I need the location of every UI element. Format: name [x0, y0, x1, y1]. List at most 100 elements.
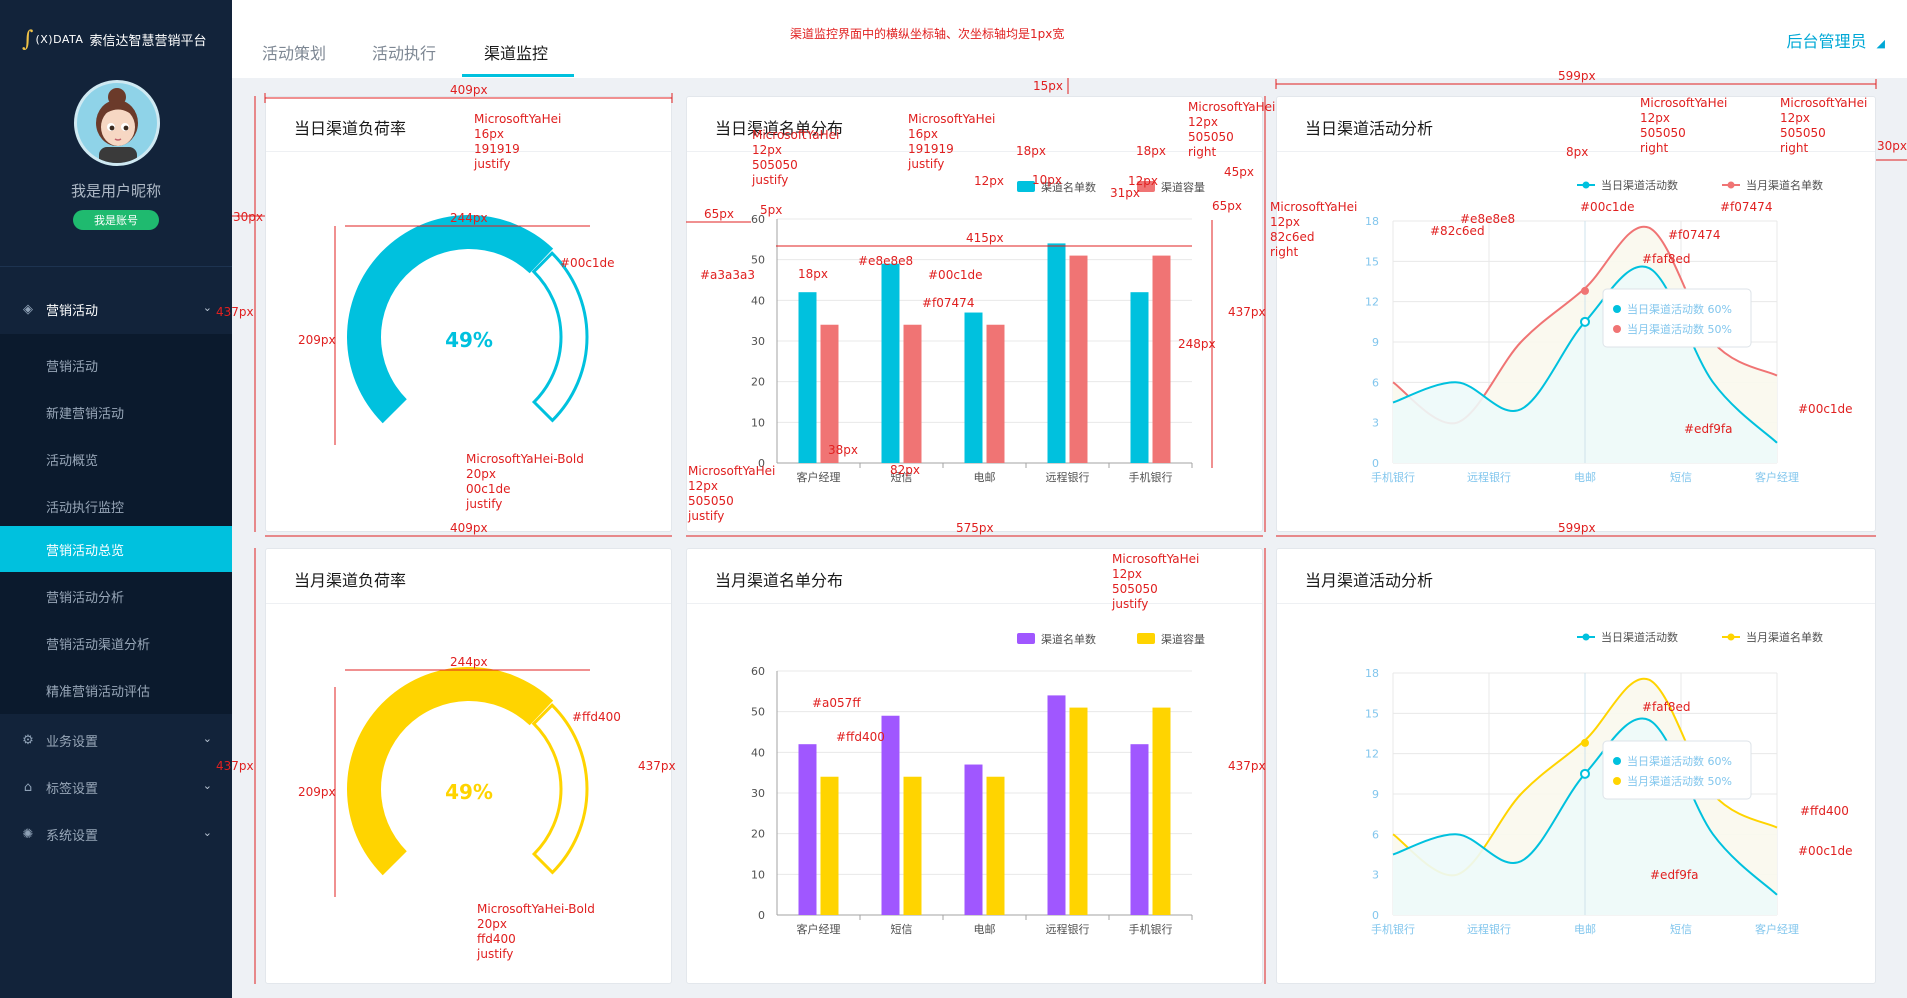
y-tick-label: 0 — [1372, 909, 1379, 922]
gauge-fill-arc — [347, 215, 554, 424]
caret-down-icon: ◢ — [1876, 37, 1885, 50]
annotation-font-spec: MicrosoftYaHei-Bold 20px 00c1de justify — [466, 452, 584, 511]
y-tick-label: 6 — [1372, 828, 1379, 841]
annotation-font-spec: MicrosoftYaHei 12px 82c6ed right — [1270, 200, 1358, 259]
sub-item-precision-evaluation[interactable]: 精准营销活动评估 — [0, 667, 232, 713]
annotation-font-spec: MicrosoftYaHei 12px 505050 right — [1780, 96, 1868, 155]
legend-label: 当月渠道名单数 — [1746, 630, 1823, 644]
hover-point — [1581, 286, 1589, 295]
x-tick-label: 手机银行 — [1129, 470, 1173, 484]
sub-item-activity-analysis[interactable]: 营销活动分析 — [0, 573, 232, 619]
y-tick-label: 60 — [751, 665, 765, 678]
annotation-color: #00c1de — [1798, 844, 1853, 858]
bar-capacity — [1069, 255, 1088, 463]
y-tick-label: 60 — [751, 213, 765, 226]
bar-list-count — [881, 715, 900, 915]
hover-point — [1581, 738, 1589, 747]
logo-platform-name: 索信达智慧营销平台 — [89, 33, 207, 49]
topbar: 活动策划 活动执行 渠道监控 后台管理员 ◢ — [232, 0, 1907, 78]
x-tick-label: 远程银行 — [1467, 922, 1511, 936]
bar-list-count — [964, 312, 983, 463]
sub-item-channel-analysis[interactable]: 营销活动渠道分析 — [0, 620, 232, 666]
bar-capacity — [820, 776, 839, 915]
legend-label: 当日渠道活动数 — [1601, 178, 1678, 192]
tooltip-dot — [1613, 305, 1621, 313]
menu-group-system-settings[interactable]: ✺ 系统设置 ⌄ — [0, 811, 232, 857]
bar-capacity — [820, 324, 839, 463]
annotation-color: #a057ff — [812, 696, 861, 710]
logo-brand: (X)DATA — [35, 32, 84, 46]
annotation-font-spec: MicrosoftYaHei 12px 505050 right — [1188, 100, 1276, 159]
annotation-font-spec: MicrosoftYaHei 12px 505050 justify — [1112, 552, 1200, 611]
hover-point — [1580, 316, 1590, 327]
annotation-color: #edf9fa — [1650, 868, 1699, 882]
submenu: 营销活动 新建营销活动 活动概览 活动执行监控 营销活动总览 营销活动分析 营销… — [0, 334, 232, 714]
annotation-color: #f07474 — [922, 296, 975, 310]
tooltip-label: 当日渠道活动数 60% — [1627, 754, 1732, 768]
x-tick-label: 客户经理 — [797, 470, 841, 484]
admin-menu[interactable]: 后台管理员 ◢ — [1787, 28, 1885, 52]
annotation-color: #00c1de — [928, 268, 983, 282]
x-tick-label: 手机银行 — [1371, 922, 1415, 936]
annotation-color: #ffd400 — [572, 710, 621, 724]
legend-swatch — [1137, 633, 1155, 644]
logo-mark: ∫ — [22, 26, 34, 52]
sub-item-new-activity[interactable]: 新建营销活动 — [0, 389, 232, 435]
bar-list-count — [1047, 243, 1066, 463]
annotation-color: #ffd400 — [836, 730, 885, 744]
y-tick-label: 9 — [1372, 788, 1379, 801]
bar-list-count — [964, 764, 983, 915]
y-tick-label: 9 — [1372, 336, 1379, 349]
card-monthly-list: 当月渠道名单分布 0 10 20 30 40 50 60 客户经理 短信 电邮 远程银行 手机银行 渠道… — [686, 548, 1263, 984]
legend-label: 渠道容量 — [1161, 632, 1205, 646]
y-tick-label: 18 — [1365, 215, 1379, 228]
account-badge[interactable]: 我是账号 — [73, 210, 159, 230]
tab-channel-monitor[interactable]: 渠道监控 — [484, 40, 548, 64]
active-tab-indicator — [462, 74, 574, 77]
gauge-chart-monthly: 49% — [347, 667, 589, 876]
annotation-font-spec: MicrosoftYaHei 12px 505050 justify — [688, 464, 776, 523]
gauge-value-label: 49% — [445, 780, 493, 804]
bar-capacity — [903, 776, 922, 915]
y-tick-label: 0 — [758, 909, 765, 922]
avatar-illustration — [96, 88, 138, 163]
annotation-color: #f07474 — [1720, 200, 1773, 214]
menu-group-label: 业务设置 — [46, 734, 99, 750]
sub-item-execution-monitor[interactable]: 活动执行监控 — [0, 483, 232, 529]
chevron-down-icon: ⌄ — [202, 301, 212, 314]
area-chart-daily: 0 3 6 9 12 15 18 手机银行 远程银行 电邮 短信 客户经理 当日渠道活动数 60% 当月渠… — [1365, 178, 1823, 484]
menu-group-label: 营销活动 — [46, 303, 99, 319]
tooltip-dot — [1613, 325, 1621, 333]
legend-label: 当月渠道名单数 — [1746, 178, 1823, 192]
tooltip-box — [1602, 740, 1752, 800]
tab-activity-planning[interactable]: 活动策划 — [262, 40, 326, 64]
bar-list-count — [798, 292, 817, 463]
menu-group-marketing[interactable]: ◈ 营销活动 ⌄ — [0, 286, 232, 332]
gear-icon: ⚙ — [22, 732, 34, 748]
y-tick-label: 30 — [751, 787, 765, 800]
menu-group-label: 标签设置 — [46, 781, 99, 797]
chevron-down-icon: ⌄ — [202, 779, 212, 792]
sub-item-activity-summary[interactable]: 营销活动总览 — [0, 526, 232, 572]
menu-group-tag-settings[interactable]: ⌂ 标签设置 ⌄ — [0, 764, 232, 810]
x-tick-label: 客户经理 — [1755, 470, 1799, 484]
menu-group-business-settings[interactable]: ⚙ 业务设置 ⌄ — [0, 717, 232, 763]
x-tick-label: 电邮 — [1574, 471, 1596, 484]
tab-activity-execution[interactable]: 活动执行 — [372, 40, 436, 64]
annotation-font-spec: MicrosoftYaHei 12px 505050 justify — [752, 128, 840, 187]
sub-item-marketing-activity[interactable]: 营销活动 — [0, 342, 232, 388]
legend-swatch — [1017, 633, 1035, 644]
x-tick-label: 电邮 — [1574, 923, 1596, 936]
bar-capacity — [986, 776, 1005, 915]
bar-list-count — [1047, 695, 1066, 915]
tooltip-box — [1602, 288, 1752, 348]
avatar[interactable] — [74, 80, 160, 166]
annotation-color: #00c1de — [560, 256, 615, 270]
x-tick-label: 短信 — [1670, 470, 1692, 484]
tooltip-label: 当日渠道活动数 60% — [1627, 302, 1732, 316]
legend-marker — [1727, 633, 1735, 641]
y-tick-label: 15 — [1365, 255, 1379, 268]
sub-item-activity-overview[interactable]: 活动概览 — [0, 436, 232, 482]
tooltip-dot — [1613, 777, 1621, 785]
y-tick-label: 15 — [1365, 707, 1379, 720]
